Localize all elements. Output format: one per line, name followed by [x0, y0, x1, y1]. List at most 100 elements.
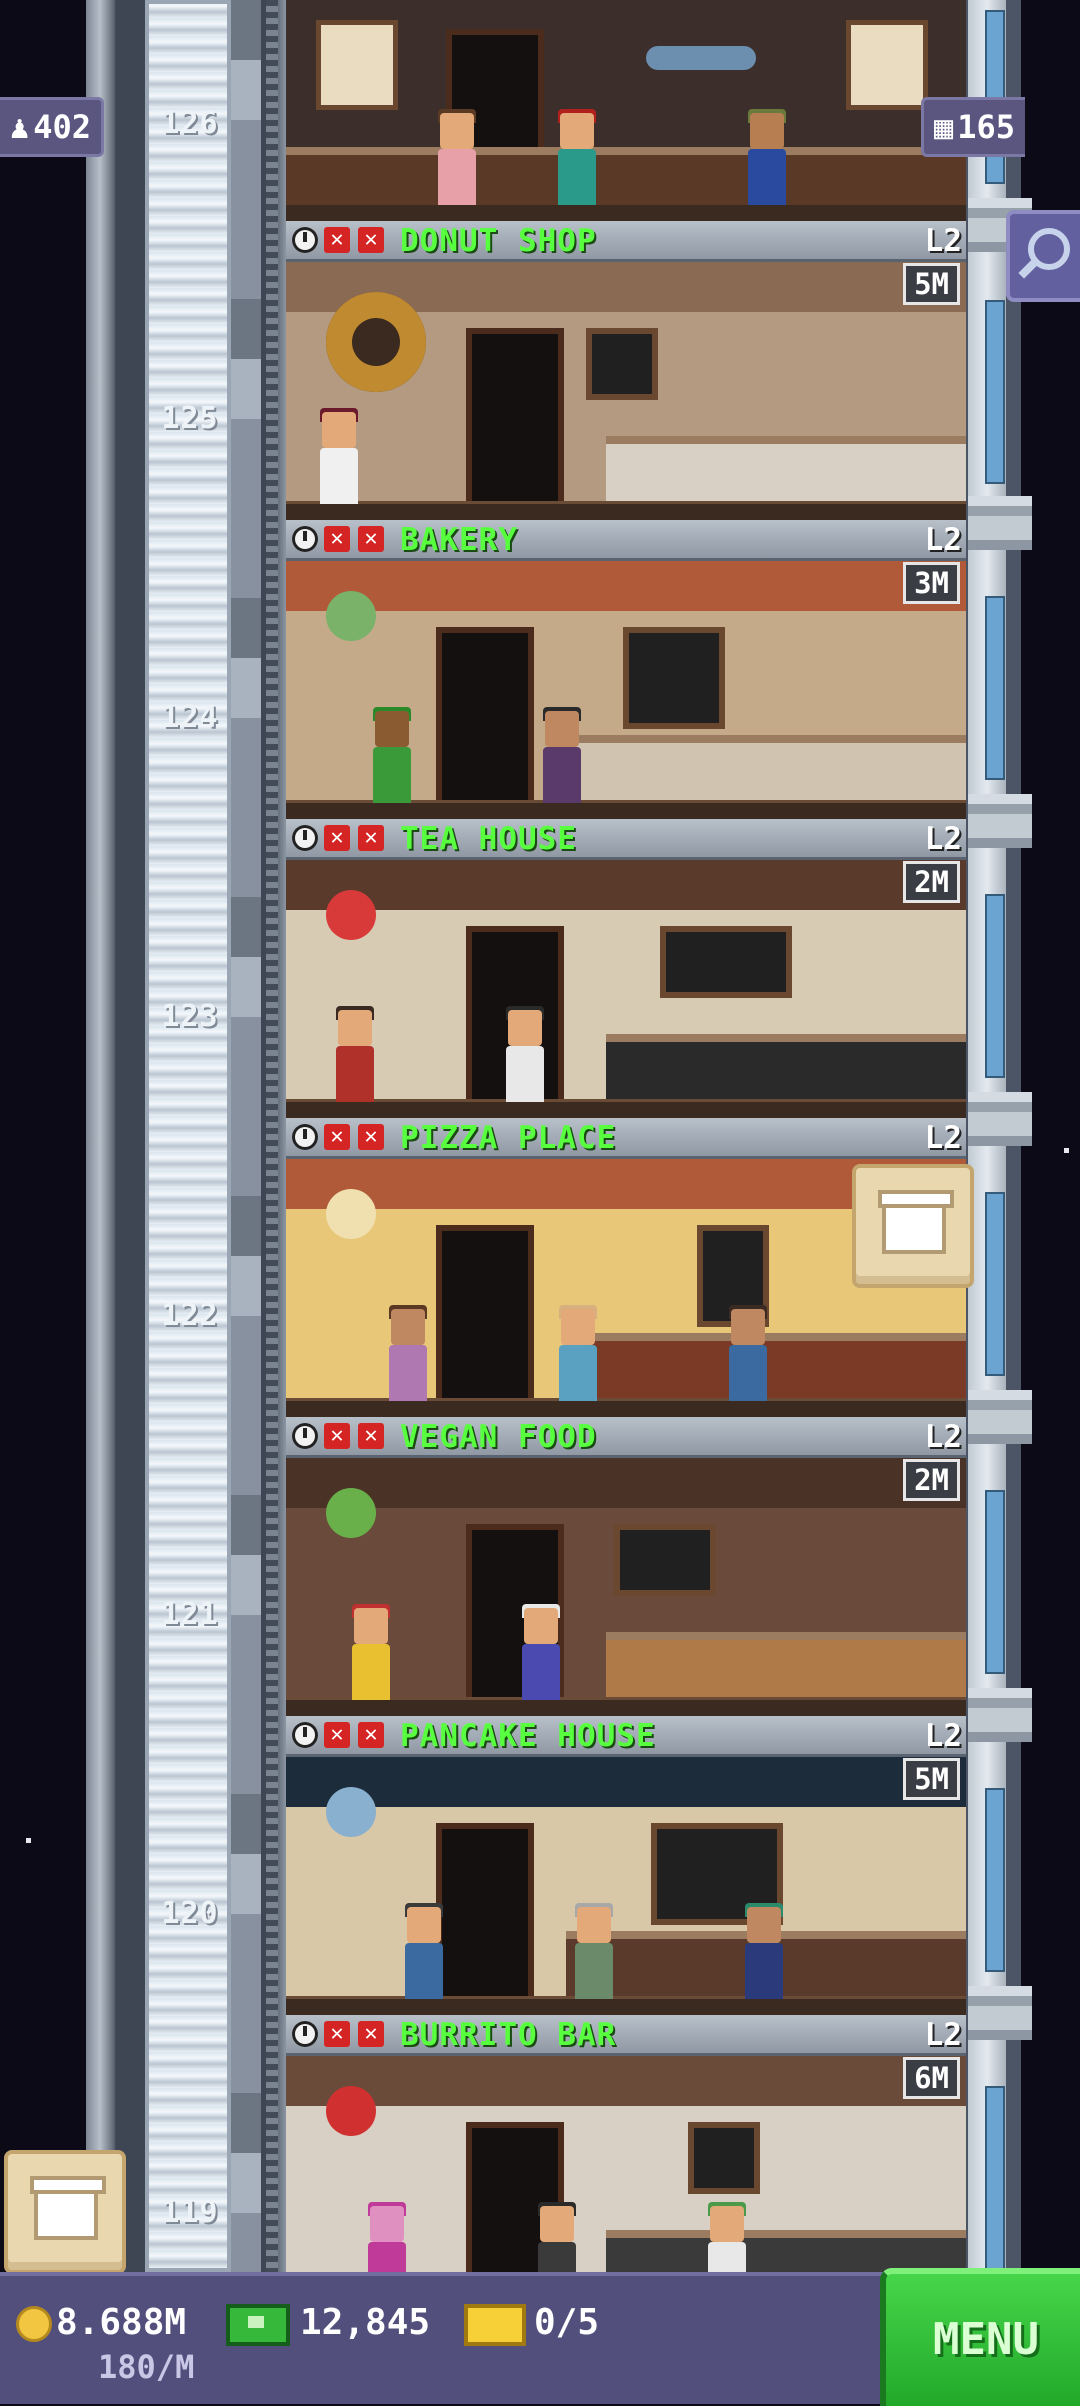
person[interactable]: [539, 707, 585, 803]
decoration: [326, 1787, 376, 1837]
floor-partial-top[interactable]: [286, 0, 966, 221]
wall-window: [985, 1788, 1005, 1972]
person[interactable]: [744, 109, 790, 205]
menu-board: [688, 2122, 760, 2194]
delivery-box-button[interactable]: [4, 2150, 126, 2274]
person[interactable]: [401, 1903, 447, 1999]
floor-119[interactable]: ✕ ✕ BURRITO BAR L2 6M: [286, 2015, 966, 2314]
menu-board: [614, 1524, 716, 1596]
stock-badge: 5M: [903, 1758, 960, 1800]
wall-ledge: [968, 794, 1032, 848]
delivery-box-icon: [30, 2176, 106, 2240]
wall-window: [985, 1490, 1005, 1674]
floors-value: 165: [957, 108, 1016, 146]
person[interactable]: [369, 707, 415, 803]
star: [26, 1838, 31, 1843]
floor-level: L2: [924, 522, 962, 558]
wall-window: [985, 2086, 1005, 2270]
person[interactable]: [518, 1604, 564, 1700]
floor-room[interactable]: [286, 1458, 966, 1716]
floor-123[interactable]: ✕ ✕ TEA HOUSE L2 2M: [286, 819, 966, 1118]
floor-door: [436, 1225, 534, 1401]
floor-ground: [286, 501, 966, 520]
decoration: [326, 1488, 376, 1538]
floor-name: BURRITO BAR: [400, 2017, 617, 2053]
counter: [606, 436, 966, 504]
person[interactable]: [316, 408, 362, 504]
floor-room[interactable]: [286, 860, 966, 1118]
x-icon: ✕: [324, 1423, 350, 1449]
crab-painting: [316, 20, 398, 110]
search-button[interactable]: [1006, 210, 1080, 302]
floor-number: 126: [161, 106, 219, 141]
wall-ledge: [968, 496, 1032, 550]
person[interactable]: [434, 109, 480, 205]
stock-badge: 2M: [903, 861, 960, 903]
fish-painting: [636, 20, 776, 100]
stock-badge: 5M: [903, 263, 960, 305]
floor-number: 122: [161, 1298, 219, 1333]
decoration: [326, 591, 376, 641]
person[interactable]: [348, 1604, 394, 1700]
clock-icon: [292, 2021, 318, 2047]
floor-124[interactable]: ✕ ✕ BAKERY L2 3M: [286, 520, 966, 819]
decoration: [326, 1189, 376, 1239]
elevator-rail: [231, 0, 261, 2272]
person[interactable]: [555, 1305, 601, 1401]
bux-icon: [226, 2304, 290, 2346]
delivery-box-icon: [878, 1190, 954, 1254]
delivery-box-button[interactable]: [852, 1164, 974, 1288]
person[interactable]: [502, 1006, 548, 1102]
floor-121[interactable]: ✕ ✕ VEGAN FOOD L2 2M: [286, 1417, 966, 1716]
population-icon: ♟: [10, 108, 30, 146]
coins-value: 8.688M: [56, 2302, 187, 2343]
clock-icon: [292, 1722, 318, 1748]
floors-counter[interactable]: ▦ 165: [921, 97, 1026, 157]
floor-room[interactable]: [286, 561, 966, 819]
population-counter[interactable]: ♟ 402: [0, 97, 105, 157]
person[interactable]: [385, 1305, 431, 1401]
menu-button[interactable]: MENU: [880, 2268, 1080, 2406]
floor-name: PIZZA PLACE: [400, 1120, 617, 1156]
floor-name: TEA HOUSE: [400, 821, 577, 857]
elevator-cable: [266, 0, 278, 2272]
person[interactable]: [571, 1903, 617, 1999]
x-icon: ✕: [358, 526, 384, 552]
person[interactable]: [332, 1006, 378, 1102]
wall-window: [985, 596, 1005, 780]
wall-ledge: [968, 1092, 1032, 1146]
floor-name: DONUT SHOP: [400, 223, 597, 259]
clock-icon: [292, 227, 318, 253]
floor-label-bar: ✕ ✕ PIZZA PLACE L2: [286, 1118, 966, 1159]
x-icon: ✕: [358, 1722, 384, 1748]
menu-board: [660, 926, 792, 998]
floor-120[interactable]: ✕ ✕ PANCAKE HOUSE L2 5M: [286, 1716, 966, 2015]
floor-room[interactable]: [286, 262, 966, 520]
stock-badge: 2M: [903, 1459, 960, 1501]
counter: [566, 735, 966, 803]
floor-number: 120: [161, 1896, 219, 1931]
wall-window: [985, 894, 1005, 1078]
elevator-track[interactable]: [145, 0, 231, 2272]
x-icon: ✕: [324, 526, 350, 552]
wall-ledge: [968, 1688, 1032, 1742]
menu-board: [586, 328, 658, 400]
x-icon: ✕: [324, 2021, 350, 2047]
x-icon: ✕: [324, 227, 350, 253]
person[interactable]: [741, 1903, 787, 1999]
crab-painting: [846, 20, 928, 110]
counter: [606, 1632, 966, 1700]
person[interactable]: [725, 1305, 771, 1401]
floor-label-bar: ✕ ✕ PANCAKE HOUSE L2: [286, 1716, 966, 1757]
floor-door: [436, 1823, 534, 1999]
floor-level: L2: [924, 2017, 962, 2053]
floor-125[interactable]: ✕ ✕ DONUT SHOP L2 5M: [286, 221, 966, 520]
wall-window: [985, 1192, 1005, 1376]
wall-ledge: [968, 1986, 1032, 2040]
floor-door: [466, 328, 564, 504]
floor-room[interactable]: [286, 1757, 966, 2015]
counter: [606, 1034, 966, 1102]
person[interactable]: [554, 109, 600, 205]
floor-label-bar: ✕ ✕ BAKERY L2: [286, 520, 966, 561]
floor-name: VEGAN FOOD: [400, 1419, 597, 1455]
